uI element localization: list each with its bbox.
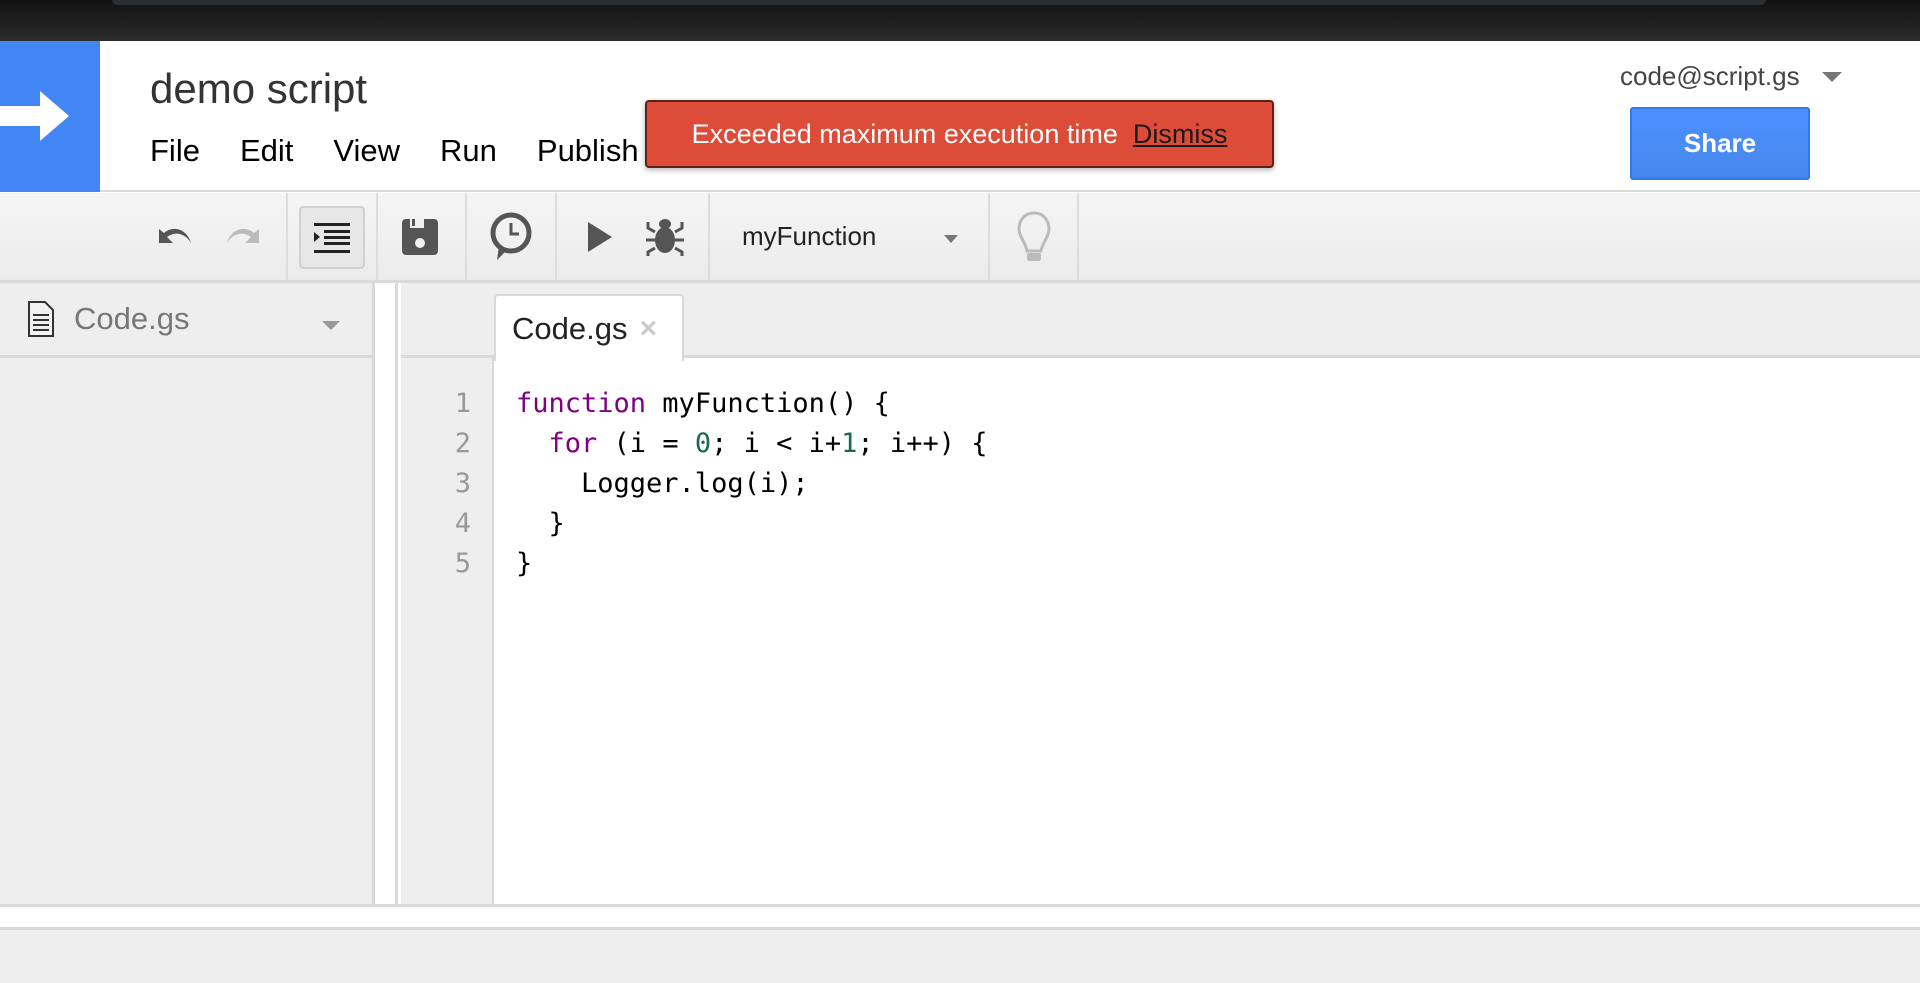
browser-top-bar	[0, 0, 1920, 41]
menu-file[interactable]: File	[150, 133, 200, 169]
clock-trigger-icon	[490, 212, 532, 260]
caret-down-icon	[1821, 71, 1842, 82]
account-menu[interactable]: code@script.gs	[1620, 61, 1842, 92]
triggers-button[interactable]	[480, 209, 542, 265]
document-icon	[28, 301, 54, 337]
play-icon	[588, 222, 612, 252]
file-panel: Code.gs	[0, 283, 375, 904]
code-text: }	[516, 508, 565, 539]
line-number: 1	[454, 388, 471, 419]
tab-label: Code.gs	[512, 310, 628, 346]
code-line[interactable]: }	[516, 548, 532, 579]
code-text: myFunction() {	[646, 388, 890, 419]
account-email: code@script.gs	[1620, 61, 1800, 91]
bottom-spacer	[0, 907, 1920, 927]
menu-bar: File Edit View Run Publish	[150, 133, 679, 169]
code-text: ; i < i+	[711, 428, 842, 459]
toast-message: Exceeded maximum execution time	[691, 118, 1118, 149]
menu-run[interactable]: Run	[440, 133, 497, 169]
save-icon	[402, 219, 438, 255]
undo-button[interactable]	[150, 215, 200, 259]
code-number: 0	[694, 428, 712, 459]
lightbulb-button[interactable]	[1004, 209, 1064, 267]
apps-script-arrow-icon	[0, 91, 69, 141]
indent-icon	[314, 222, 350, 253]
redo-icon	[227, 228, 259, 243]
caret-down-icon[interactable]	[322, 321, 340, 330]
menu-edit[interactable]: Edit	[240, 133, 293, 169]
undo-icon	[159, 228, 191, 243]
code-line[interactable]: }	[516, 508, 565, 539]
code-keyword: for	[548, 428, 598, 459]
file-name: Code.gs	[74, 301, 190, 336]
code-text: }	[516, 548, 533, 579]
panel-splitter[interactable]	[378, 283, 398, 904]
apps-script-logo[interactable]	[0, 41, 100, 192]
close-icon[interactable]: ×	[639, 312, 657, 346]
caret-down-icon	[944, 235, 958, 243]
code-text: (i =	[597, 428, 695, 459]
function-select[interactable]: myFunction	[710, 193, 988, 280]
lightbulb-icon	[1017, 211, 1051, 261]
code-line[interactable]: for (i = 0; i < i+1; i++) {	[516, 428, 988, 459]
line-number: 4	[454, 508, 471, 539]
menu-publish[interactable]: Publish	[537, 133, 639, 169]
toolbar: myFunction	[0, 193, 1920, 283]
code-line[interactable]: Logger.log(i);	[516, 468, 809, 499]
share-button[interactable]: Share	[1630, 107, 1810, 180]
function-select-value: myFunction	[742, 221, 877, 251]
run-button[interactable]	[582, 217, 618, 257]
code-line[interactable]: function myFunction() {	[516, 388, 890, 419]
save-button[interactable]	[392, 213, 448, 261]
redo-button[interactable]	[218, 215, 268, 259]
tab-code-gs[interactable]: Code.gs ×	[494, 294, 684, 361]
error-toast: Exceeded maximum execution time Dismiss	[645, 100, 1274, 168]
menu-view[interactable]: View	[333, 133, 400, 169]
project-title[interactable]: demo script	[150, 65, 367, 113]
code-text: ; i++) {	[857, 428, 988, 459]
line-number: 3	[454, 468, 471, 499]
bug-icon	[646, 219, 684, 256]
code-text: Logger.log(i);	[516, 468, 809, 499]
status-bar	[0, 927, 1920, 983]
code-number: 1	[841, 428, 858, 459]
code-keyword: function	[516, 388, 647, 419]
file-item[interactable]: Code.gs	[0, 283, 372, 358]
dismiss-link[interactable]: Dismiss	[1133, 119, 1228, 150]
browser-tab-strip	[112, 0, 1766, 5]
line-number: 2	[454, 428, 471, 459]
indent-button[interactable]	[299, 206, 365, 269]
debug-button[interactable]	[642, 211, 688, 261]
line-number: 5	[454, 548, 471, 579]
